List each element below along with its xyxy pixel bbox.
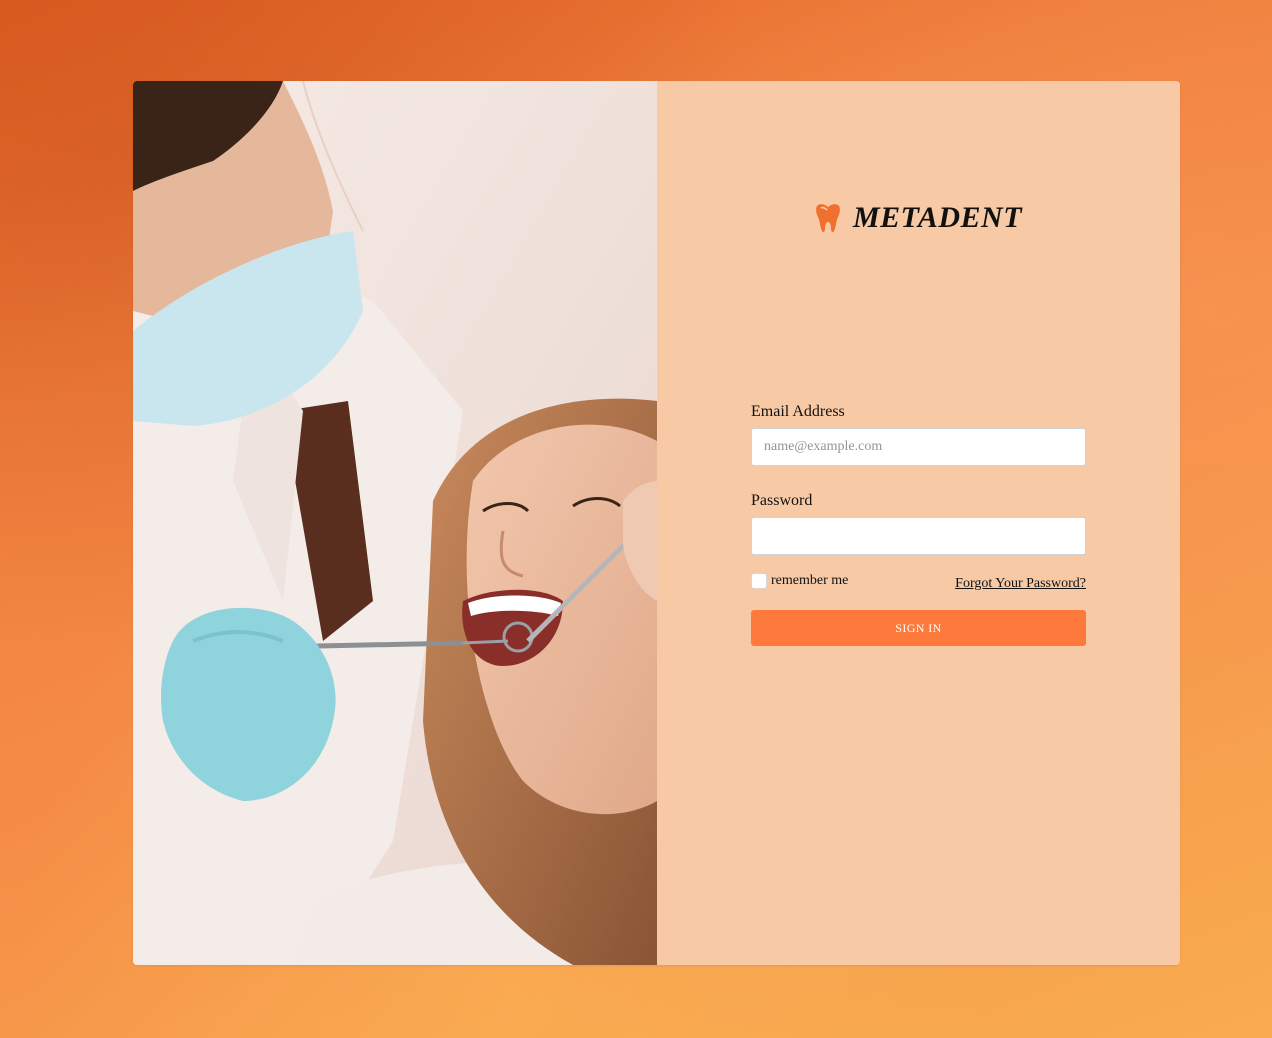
brand-logo: METADENT <box>657 201 1180 235</box>
email-field[interactable] <box>751 428 1086 466</box>
remember-me-label: remember me <box>771 573 849 588</box>
remember-me-checkbox[interactable] <box>751 573 767 589</box>
hero-photo <box>133 81 657 965</box>
tooth-icon <box>816 204 840 233</box>
brand-name: METADENT <box>852 201 1023 234</box>
form-options-row: remember me Forgot Your Password? <box>751 573 1086 592</box>
password-label: Password <box>751 492 813 509</box>
remember-me[interactable]: remember me <box>751 573 848 589</box>
password-field[interactable] <box>751 517 1086 555</box>
login-form: Email Address Password remember me Forgo… <box>751 403 1086 646</box>
forgot-password-link[interactable]: Forgot Your Password? <box>955 576 1086 592</box>
dentist-patient-photo <box>133 81 657 965</box>
login-panel: METADENT Email Address Password remember… <box>657 81 1180 965</box>
email-label: Email Address <box>751 403 845 420</box>
sign-in-button[interactable]: SIGN IN <box>751 610 1086 646</box>
login-card: METADENT Email Address Password remember… <box>133 81 1180 965</box>
